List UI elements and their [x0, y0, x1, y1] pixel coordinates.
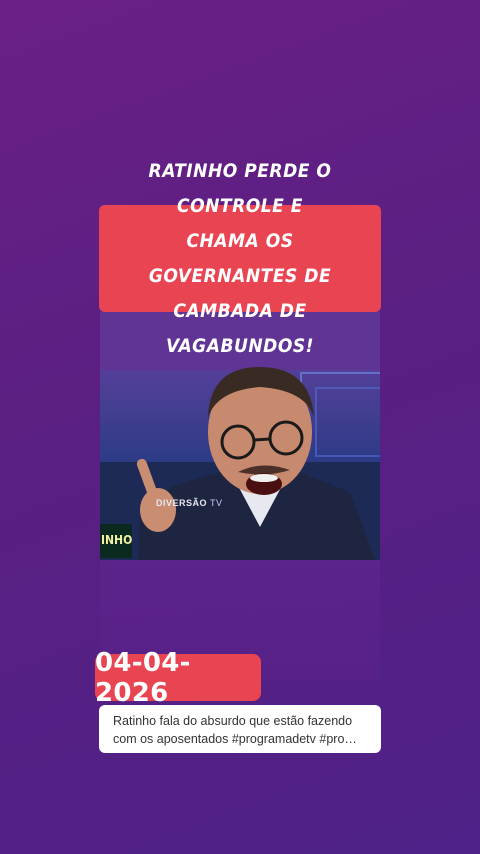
desk-logo-text: INHO — [101, 533, 133, 547]
headline-banner: RATINHO PERDE O CONTROLE E CHAMA OS GOVE… — [99, 160, 381, 357]
channel-watermark: DIVERSÃO TV — [156, 498, 223, 508]
caption-box[interactable]: Ratinho fala do absurdo que estão fazend… — [99, 705, 381, 753]
watermark-suffix: TV — [210, 498, 223, 508]
date-badge: 04-04-2026 — [95, 648, 261, 708]
caption-line-1: Ratinho fala do absurdo que estão fazend… — [113, 714, 353, 728]
caption-line-2: com os aposentados #programadetv #pro… — [113, 732, 357, 746]
headline-text: RATINHO PERDE O CONTROLE E CHAMA OS GOVE… — [148, 159, 332, 357]
watermark-brand: DIVERSÃO — [156, 498, 208, 508]
